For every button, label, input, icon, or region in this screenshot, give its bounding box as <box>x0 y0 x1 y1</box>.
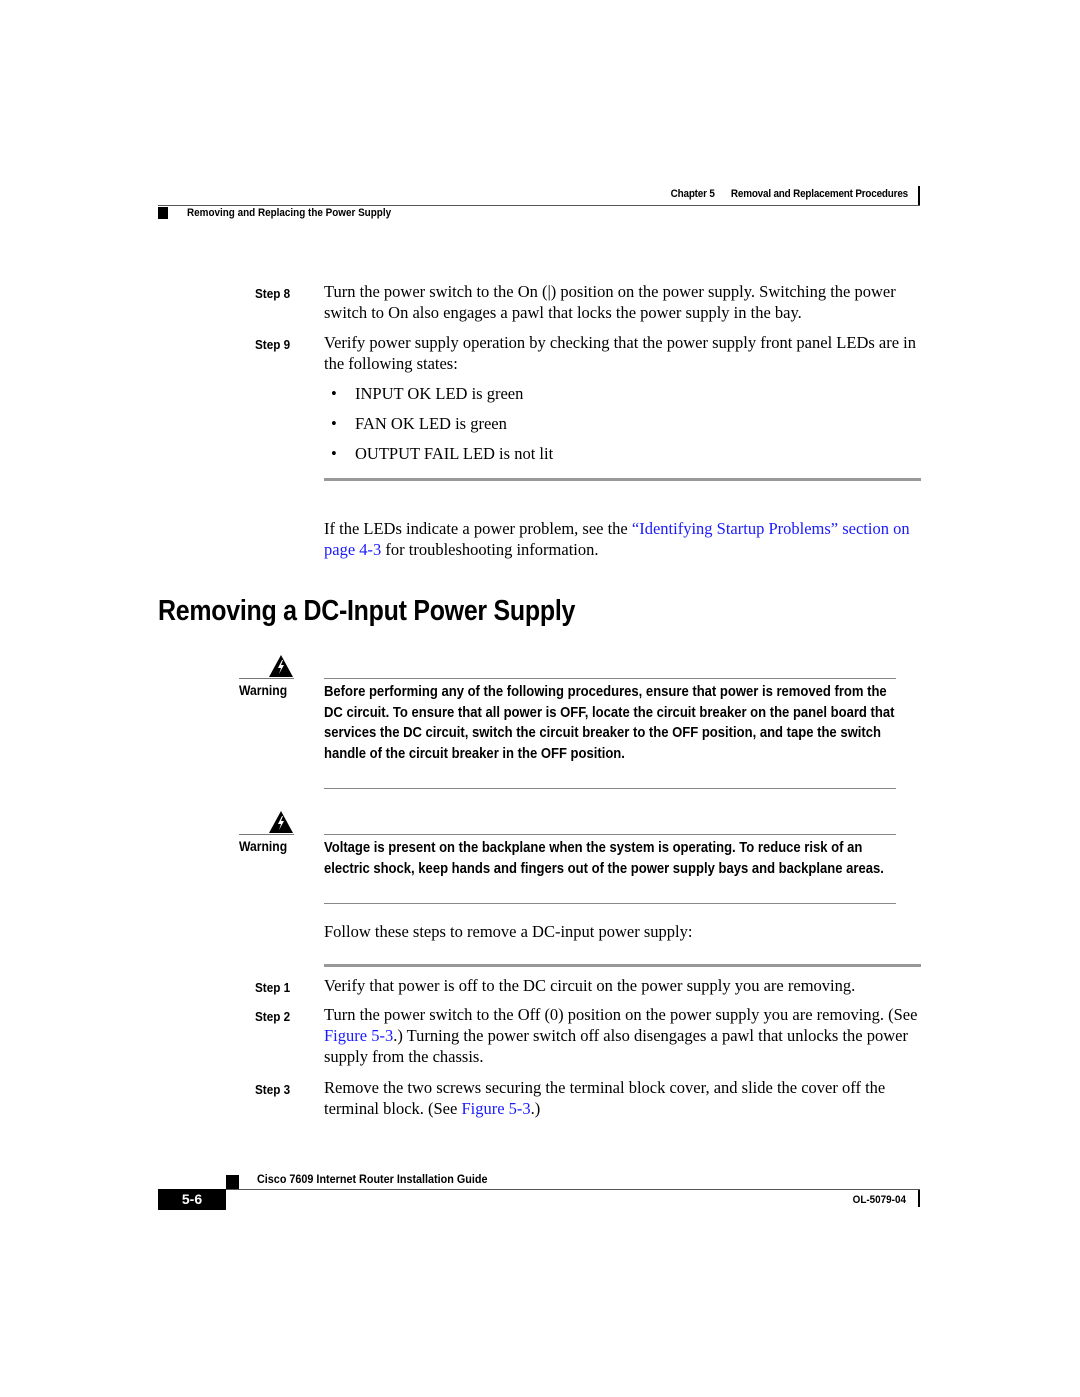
warning-triangle-icon <box>269 655 293 677</box>
running-header-section: Removing and Replacing the Power Supply <box>187 207 392 219</box>
bullet-icon: • <box>331 414 337 433</box>
step-label: Step 3 <box>255 1082 291 1097</box>
list-item: • FAN OK LED is green <box>331 414 507 433</box>
footer-edge-bar <box>918 1190 920 1207</box>
figure-link[interactable]: Figure 5-3 <box>324 1026 393 1045</box>
page-number: 5-6 <box>158 1189 226 1210</box>
step-label: Step 2 <box>255 1009 291 1024</box>
running-header-chapter: Chapter 5 Removal and Replacement Procedu… <box>631 188 909 200</box>
list-item: • OUTPUT FAIL LED is not lit <box>331 444 554 463</box>
procedure-intro: Follow these steps to remove a DC-input … <box>324 922 693 941</box>
figure-link[interactable]: Figure 5-3 <box>461 1099 530 1118</box>
procedure-start-rule <box>324 964 921 967</box>
troubleshoot-paragraph: If the LEDs indicate a power problem, se… <box>324 519 910 559</box>
step-label: Step 9 <box>255 337 291 352</box>
bullet-icon: • <box>331 444 337 463</box>
chapter-number: Chapter 5 <box>670 188 715 200</box>
warning-label: Warning <box>239 839 288 854</box>
step-label: Step 8 <box>255 286 291 301</box>
footer-rule <box>226 1189 920 1190</box>
chapter-title: Removal and Replacement Procedures <box>730 188 908 200</box>
step-text: Verify that power is off to the DC circu… <box>324 976 856 995</box>
warning-top-rule <box>324 678 896 679</box>
header-edge-bar <box>918 186 920 205</box>
warning-label: Warning <box>239 683 288 698</box>
footer-square-marker <box>226 1175 239 1189</box>
step-text: Verify power supply operation by checkin… <box>324 333 917 373</box>
header-square-marker <box>158 207 168 219</box>
list-item: • INPUT OK LED is green <box>331 384 524 403</box>
header-rule <box>158 205 920 206</box>
bullet-icon: • <box>331 384 337 403</box>
warning-text: Before performing any of the following p… <box>324 684 895 762</box>
procedure-end-rule <box>324 478 921 481</box>
warning-top-rule <box>324 834 896 835</box>
step-text: Turn the power switch to the Off (0) pos… <box>324 1005 918 1066</box>
warning-bottom-rule <box>324 788 896 789</box>
warning-triangle-icon <box>269 811 293 833</box>
warning-bottom-rule <box>324 903 896 904</box>
warning-icon-rule <box>239 834 294 835</box>
warning-text: Voltage is present on the backplane when… <box>324 840 884 877</box>
step-label: Step 1 <box>255 980 291 995</box>
step-text: Turn the power switch to the On (|) posi… <box>324 282 896 322</box>
footer-guide-title: Cisco 7609 Internet Router Installation … <box>257 1172 488 1186</box>
step-text: Remove the two screws securing the termi… <box>324 1078 886 1118</box>
section-heading: Removing a DC-Input Power Supply <box>158 595 576 627</box>
warning-icon-rule <box>239 678 294 679</box>
document-id: OL-5079-04 <box>852 1194 906 1206</box>
